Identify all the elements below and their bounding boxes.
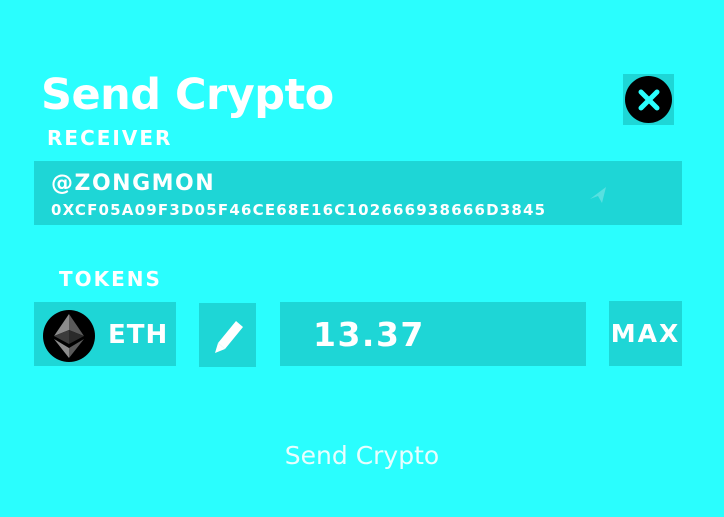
pencil-icon xyxy=(214,321,243,353)
edit-token-button[interactable] xyxy=(199,303,256,367)
max-button[interactable]: MAX xyxy=(609,301,682,366)
copy-icon[interactable] xyxy=(586,183,610,207)
tokens-label: TOKENS xyxy=(59,267,162,291)
token-selector[interactable]: ETH xyxy=(34,302,176,366)
token-symbol: ETH xyxy=(108,320,169,350)
receiver-username: @ZONGMON xyxy=(51,171,216,196)
receiver-address: 0XCF05A09F3D05F46CE68E16C102666938666D38… xyxy=(51,201,547,219)
receiver-label: RECEIVER xyxy=(47,126,173,150)
close-icon xyxy=(625,76,672,123)
ethereum-icon xyxy=(43,310,95,362)
close-button[interactable] xyxy=(623,74,674,125)
amount-input[interactable] xyxy=(313,313,573,355)
send-crypto-modal: Send Crypto RECEIVER @ZONGMON 0XCF05A09F… xyxy=(0,0,724,517)
amount-field[interactable] xyxy=(280,302,586,366)
page-title: Send Crypto xyxy=(41,70,334,120)
receiver-field[interactable]: @ZONGMON 0XCF05A09F3D05F46CE68E16C102666… xyxy=(34,161,682,225)
send-crypto-button[interactable]: Send Crypto xyxy=(262,436,462,474)
